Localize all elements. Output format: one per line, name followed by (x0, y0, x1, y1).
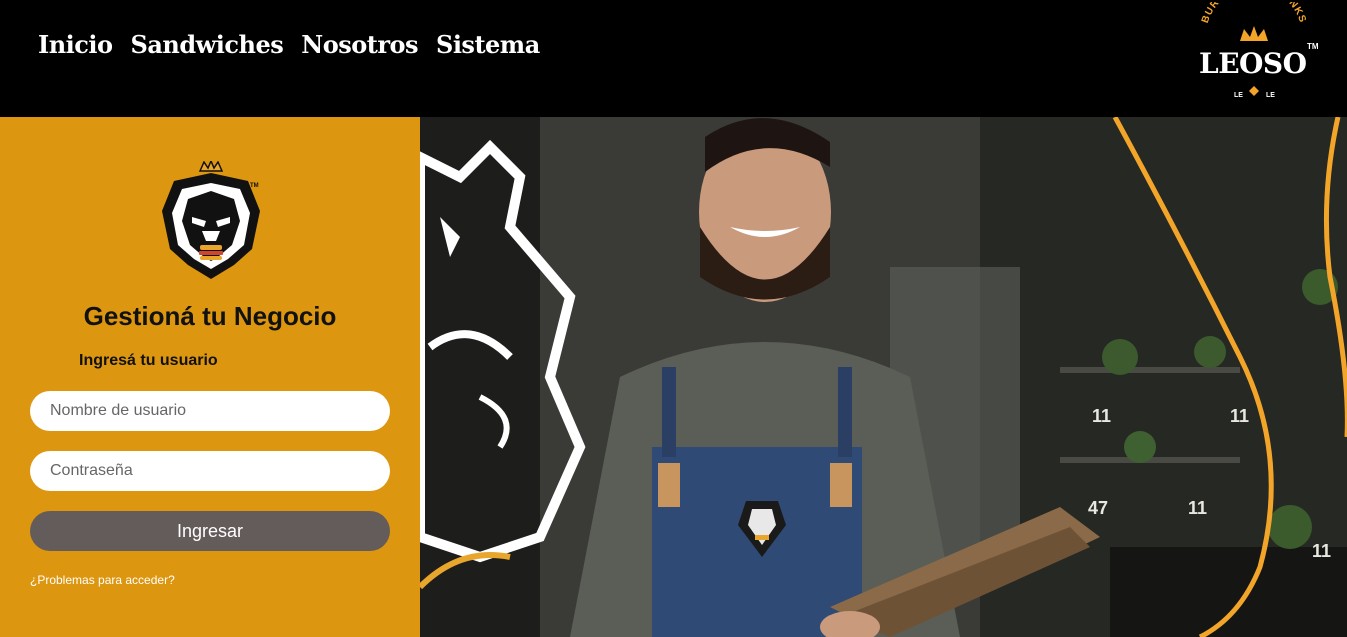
table-number: 11 (1092, 406, 1111, 426)
hero-photo: 11 11 47 11 11 (420, 117, 1347, 637)
password-input[interactable] (30, 451, 390, 491)
table-number: 47 (1088, 498, 1108, 518)
brand-name: LEOSO (1199, 47, 1307, 80)
brand-sub-right: LE (1266, 92, 1275, 99)
nav-link-inicio[interactable]: Inicio (38, 30, 113, 59)
nav-link-sandwiches[interactable]: Sandwiches (131, 30, 284, 59)
brand-sub-left: LE (1234, 92, 1243, 99)
help-link[interactable]: ¿Problemas para acceder? (30, 573, 175, 587)
login-panel: TM Gestioná tu Negocio Ingresá tu usuari… (0, 117, 420, 637)
login-subtitle: Ingresá tu usuario (79, 352, 218, 369)
diamond-icon (1249, 86, 1259, 96)
table-number: 11 (1188, 498, 1207, 518)
username-input[interactable] (30, 391, 390, 431)
nav-link-sistema[interactable]: Sistema (436, 30, 540, 59)
brand-tagline: BURGER AND DRINKS (1200, 0, 1307, 25)
svg-text:BURGER AND DRINKS: BURGER AND DRINKS (1200, 2, 1308, 25)
table-number: 11 (1312, 541, 1331, 561)
login-title: Gestioná tu Negocio (83, 301, 337, 331)
nav-link-nosotros[interactable]: Nosotros (301, 30, 418, 59)
login-submit-button[interactable]: Ingresar (30, 511, 390, 551)
crown-icon (1240, 26, 1268, 41)
main-nav: Inicio Sandwiches Nosotros Sistema (38, 30, 540, 59)
emblem-tm: TM (250, 183, 259, 189)
lion-emblem-icon: TM (162, 161, 260, 279)
brand-tm: TM (1307, 42, 1319, 51)
top-navbar: Inicio Sandwiches Nosotros Sistema BURGE… (0, 0, 1347, 117)
table-number: 11 (1230, 406, 1249, 426)
brand-logo[interactable]: BURGER AND DRINKS LE LE LEOSO TM (1190, 0, 1330, 110)
hero-illustration: 11 11 47 11 11 (420, 117, 1347, 637)
